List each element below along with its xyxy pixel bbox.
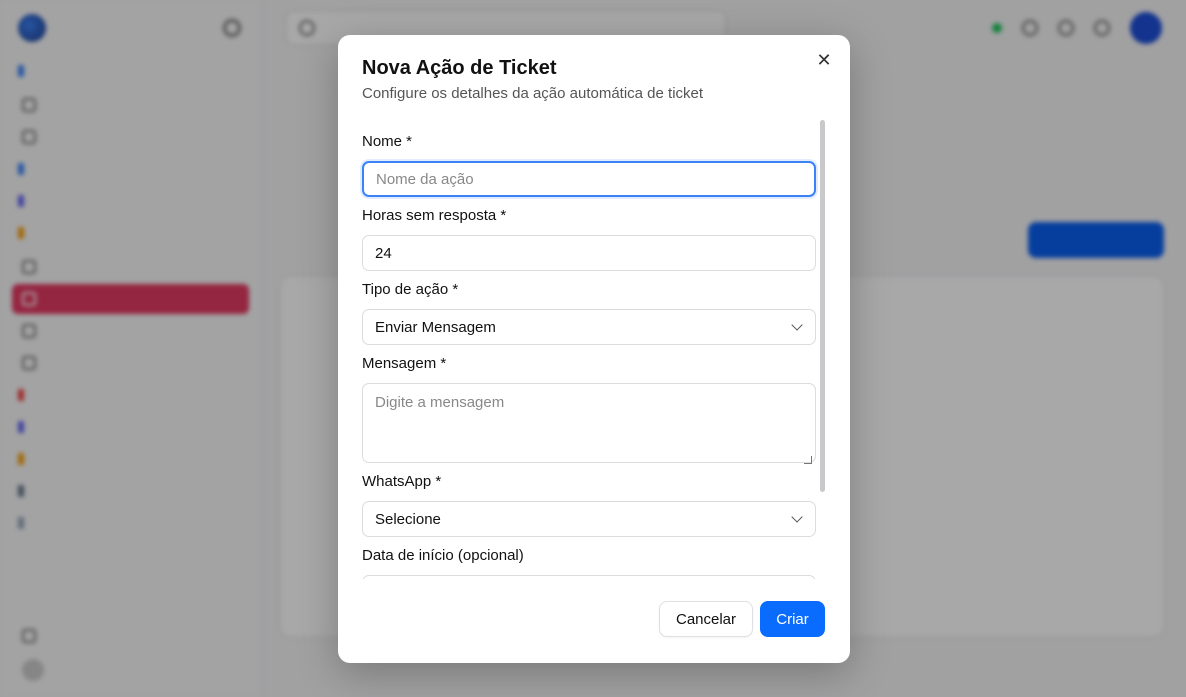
action-type-field: Tipo de ação * Enviar Mensagem [362, 281, 816, 345]
dialog-footer: Cancelar Criar [338, 583, 850, 663]
resize-handle-icon[interactable] [804, 456, 812, 464]
cancel-button[interactable]: Cancelar [659, 601, 753, 637]
whatsapp-select[interactable]: Selecione [362, 501, 816, 537]
scrollbar[interactable] [820, 120, 825, 492]
hours-field: Horas sem resposta * [362, 207, 816, 271]
dialog-subtitle: Configure os detalhes da ação automática… [362, 85, 704, 102]
action-type-label: Tipo de ação * [362, 281, 459, 298]
hours-input[interactable] [362, 235, 816, 271]
name-field: Nome * [362, 133, 816, 197]
start-date-field: Data de início (opcional) [362, 547, 816, 579]
action-type-value: Enviar Mensagem [375, 318, 496, 336]
whatsapp-field: WhatsApp * Selecione [362, 473, 816, 537]
message-label: Mensagem * [362, 355, 447, 372]
chevron-down-icon [791, 319, 803, 331]
name-label: Nome * [362, 133, 413, 150]
message-field: Mensagem * [362, 355, 816, 468]
start-date-label: Data de início (opcional) [362, 547, 524, 564]
app-root: ✕ Nova Ação de Ticket Configure os detal… [0, 0, 1186, 697]
dialog-title: Nova Ação de Ticket [362, 57, 557, 79]
new-ticket-action-dialog: ✕ Nova Ação de Ticket Configure os detal… [338, 35, 850, 663]
whatsapp-label: WhatsApp * [362, 473, 442, 490]
dialog-form[interactable]: Nome * Horas sem resposta * Tipo de ação… [338, 119, 850, 579]
chevron-down-icon [791, 511, 803, 523]
message-textarea[interactable] [362, 383, 816, 463]
start-date-input[interactable] [362, 575, 816, 579]
name-input[interactable] [362, 161, 816, 197]
action-type-select[interactable]: Enviar Mensagem [362, 309, 816, 345]
whatsapp-value: Selecione [375, 510, 441, 528]
close-icon[interactable]: ✕ [814, 50, 834, 70]
create-button[interactable]: Criar [760, 601, 825, 637]
hours-label: Horas sem resposta * [362, 207, 507, 224]
